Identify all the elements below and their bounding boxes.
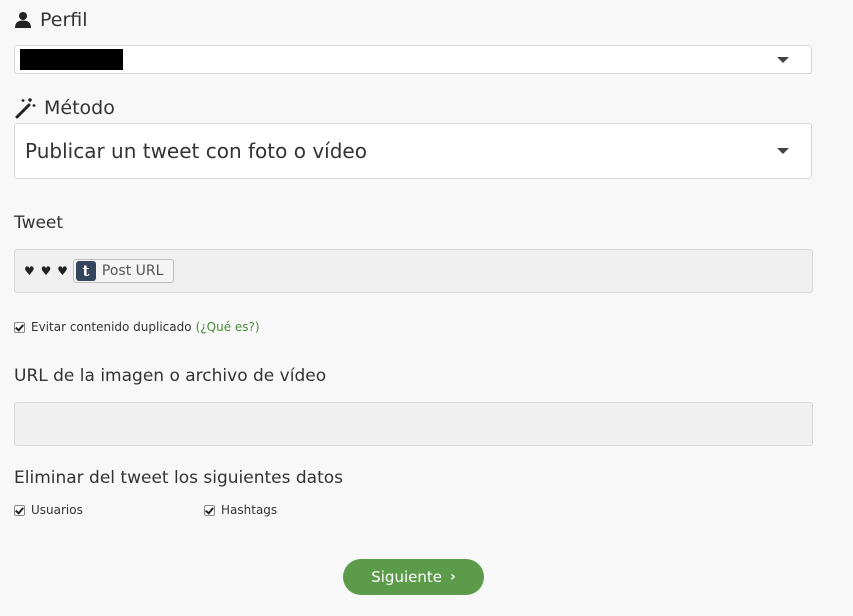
method-select[interactable]: Publicar un tweet con foto o vídeo — [14, 123, 812, 179]
remove-users-row: Usuarios — [14, 503, 83, 517]
what-is-link[interactable]: (¿Qué es?) — [196, 320, 260, 334]
tumblr-icon: t — [75, 261, 96, 281]
remove-hashtags-row: Hashtags — [204, 503, 277, 517]
media-url-input[interactable] — [14, 402, 813, 446]
profile-select[interactable] — [14, 45, 812, 74]
user-icon — [14, 11, 32, 29]
post-url-token-label: Post URL — [101, 263, 164, 279]
next-button-label: Siguiente — [371, 568, 442, 586]
avoid-duplicate-row: Evitar contenido duplicado (¿Qué es?) — [14, 320, 260, 334]
page: Perfil Método Publicar un tweet con foto… — [0, 0, 853, 616]
media-url-label: URL de la imagen o archivo de vídeo — [14, 366, 327, 386]
method-selected-value: Publicar un tweet con foto o vídeo — [25, 139, 367, 163]
tweet-label: Tweet — [14, 213, 64, 233]
remove-hashtags-checkbox[interactable] — [204, 504, 215, 516]
post-url-token[interactable]: t Post URL — [72, 259, 175, 283]
remove-users-checkbox[interactable] — [14, 504, 25, 516]
next-button[interactable]: Siguiente › — [343, 559, 484, 595]
profile-heading: Perfil — [14, 9, 88, 31]
remove-hashtags-label: Hashtags — [221, 503, 278, 517]
tweet-input[interactable]: ♥ ♥ ♥ t Post URL — [14, 249, 813, 293]
avoid-duplicate-checkbox[interactable] — [14, 321, 25, 333]
remove-users-label: Usuarios — [31, 503, 83, 517]
chevron-right-icon: › — [449, 569, 456, 585]
method-heading: Método — [14, 97, 115, 119]
magic-wand-icon — [14, 97, 36, 119]
profile-title: Perfil — [40, 9, 88, 31]
redacted-profile-name — [20, 49, 123, 70]
chevron-down-icon[interactable] — [777, 148, 789, 154]
remove-data-label: Eliminar del tweet los siguientes datos — [14, 468, 343, 488]
chevron-down-icon[interactable] — [777, 56, 789, 63]
method-title: Método — [44, 97, 115, 119]
tweet-hearts-text: ♥ ♥ ♥ — [24, 264, 69, 278]
avoid-duplicate-label: Evitar contenido duplicado — [31, 320, 192, 334]
